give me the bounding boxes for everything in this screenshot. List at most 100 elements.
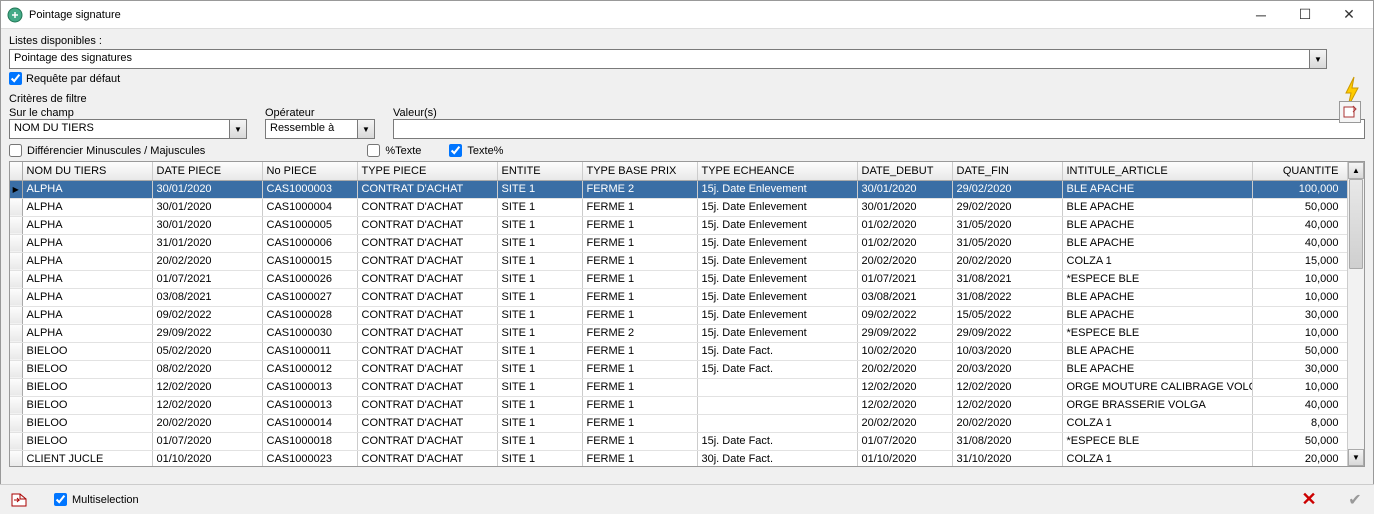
table-cell: CAS1000005 [262, 216, 357, 234]
minimize-button[interactable]: ─ [1239, 2, 1283, 28]
table-cell: CONTRAT D'ACHAT [357, 396, 497, 414]
table-row[interactable]: ALPHA31/01/2020CAS1000006CONTRAT D'ACHAT… [10, 234, 1347, 252]
table-row[interactable]: BIELOO12/02/2020CAS1000013CONTRAT D'ACHA… [10, 396, 1347, 414]
table-row[interactable]: BIELOO12/02/2020CAS1000013CONTRAT D'ACHA… [10, 378, 1347, 396]
requete-defaut-checkbox[interactable]: Requête par défaut [9, 72, 1365, 85]
scroll-up-button[interactable]: ▲ [1348, 162, 1364, 179]
pct-texte-checkbox[interactable]: %Texte [367, 144, 421, 157]
table-cell: 40,000 [1252, 396, 1347, 414]
table-cell: 31/08/2021 [952, 270, 1062, 288]
column-header[interactable]: INTITULE_ARTICLE [1062, 162, 1252, 180]
column-header[interactable]: DATE_FIN [952, 162, 1062, 180]
scroll-thumb[interactable] [1349, 179, 1363, 269]
data-grid[interactable]: NOM DU TIERSDATE PIECENo PIECETYPE PIECE… [9, 161, 1365, 467]
table-row[interactable]: BIELOO08/02/2020CAS1000012CONTRAT D'ACHA… [10, 360, 1347, 378]
scroll-down-button[interactable]: ▼ [1348, 449, 1364, 466]
requete-defaut-input[interactable] [9, 72, 22, 85]
operateur-combo[interactable]: Ressemble à ▼ [265, 119, 375, 139]
table-row[interactable]: BIELOO01/07/2020CAS1000018CONTRAT D'ACHA… [10, 432, 1347, 450]
pct-texte-label: %Texte [385, 145, 421, 157]
table-cell: SITE 1 [497, 216, 582, 234]
texte-pct-input[interactable] [449, 144, 462, 157]
table-cell: SITE 1 [497, 414, 582, 432]
table-cell: CONTRAT D'ACHAT [357, 378, 497, 396]
table-row[interactable]: ALPHA09/02/2022CAS1000028CONTRAT D'ACHAT… [10, 306, 1347, 324]
valeurs-input[interactable] [393, 119, 1365, 139]
table-cell: SITE 1 [497, 252, 582, 270]
footer-bar: Multiselection ✕ ✔ [0, 484, 1374, 514]
champ-combo[interactable]: NOM DU TIERS ▼ [9, 119, 247, 139]
table-cell: COLZA 1 [1062, 252, 1252, 270]
multiselection-input[interactable] [54, 493, 67, 506]
texte-pct-checkbox[interactable]: Texte% [449, 144, 503, 157]
multiselection-checkbox[interactable]: Multiselection [54, 493, 139, 506]
column-header[interactable]: TYPE ECHEANCE [697, 162, 857, 180]
column-header[interactable]: QUANTITE [1252, 162, 1347, 180]
chevron-down-icon[interactable]: ▼ [357, 120, 374, 138]
table-cell: 01/10/2020 [152, 450, 262, 466]
table-cell: BIELOO [22, 360, 152, 378]
table-cell: 30,000 [1252, 306, 1347, 324]
table-row[interactable]: BIELOO20/02/2020CAS1000014CONTRAT D'ACHA… [10, 414, 1347, 432]
chevron-down-icon[interactable]: ▼ [1309, 50, 1326, 68]
pct-texte-input[interactable] [367, 144, 380, 157]
table-cell: 15j. Date Enlevement [697, 324, 857, 342]
table-cell: ALPHA [22, 198, 152, 216]
column-header[interactable]: TYPE BASE PRIX [582, 162, 697, 180]
table-cell: 01/07/2021 [857, 270, 952, 288]
chevron-down-icon[interactable]: ▼ [229, 120, 246, 138]
maximize-button[interactable]: ☐ [1283, 2, 1327, 28]
table-cell: 01/07/2021 [152, 270, 262, 288]
column-header[interactable]: No PIECE [262, 162, 357, 180]
table-cell: 29/09/2022 [857, 324, 952, 342]
table-row[interactable]: CLIENT JUCLE01/10/2020CAS1000023CONTRAT … [10, 450, 1347, 466]
table-cell: 12/02/2020 [857, 378, 952, 396]
table-cell: 15j. Date Enlevement [697, 216, 857, 234]
column-header[interactable]: DATE PIECE [152, 162, 262, 180]
table-cell: SITE 1 [497, 450, 582, 466]
table-cell: CONTRAT D'ACHAT [357, 360, 497, 378]
table-cell: ALPHA [22, 252, 152, 270]
column-header[interactable]: NOM DU TIERS [22, 162, 152, 180]
table-cell: 12/02/2020 [952, 378, 1062, 396]
table-cell: 30/01/2020 [857, 180, 952, 198]
table-cell: 09/02/2022 [152, 306, 262, 324]
table-cell: 30j. Date Fact. [697, 450, 857, 466]
column-header[interactable]: ENTITE [497, 162, 582, 180]
table-cell: ALPHA [22, 324, 152, 342]
diff-case-input[interactable] [9, 144, 22, 157]
preset-button[interactable] [1339, 101, 1361, 123]
column-header[interactable]: TYPE PIECE [357, 162, 497, 180]
table-row[interactable]: ALPHA03/08/2021CAS1000027CONTRAT D'ACHAT… [10, 288, 1347, 306]
table-cell: 10,000 [1252, 288, 1347, 306]
table-cell: CONTRAT D'ACHAT [357, 270, 497, 288]
table-cell: BIELOO [22, 396, 152, 414]
table-cell: SITE 1 [497, 234, 582, 252]
table-row[interactable]: ALPHA30/01/2020CAS1000005CONTRAT D'ACHAT… [10, 216, 1347, 234]
cancel-button[interactable]: ✕ [1298, 489, 1320, 511]
column-header[interactable]: DATE_DEBUT [857, 162, 952, 180]
listes-combo[interactable]: Pointage des signatures ▼ [9, 49, 1327, 69]
table-row[interactable]: BIELOO05/02/2020CAS1000011CONTRAT D'ACHA… [10, 342, 1347, 360]
close-button[interactable]: ✕ [1327, 2, 1371, 28]
diff-case-checkbox[interactable]: Différencier Minuscules / Majuscules [9, 144, 205, 157]
table-cell: 30,000 [1252, 360, 1347, 378]
table-cell: BIELOO [22, 342, 152, 360]
table-cell: FERME 1 [582, 396, 697, 414]
vertical-scrollbar[interactable]: ▲ ▼ [1347, 162, 1364, 466]
table-cell: 30/01/2020 [152, 216, 262, 234]
table-cell: 15j. Date Fact. [697, 360, 857, 378]
table-row[interactable]: ALPHA29/09/2022CAS1000030CONTRAT D'ACHAT… [10, 324, 1347, 342]
table-row[interactable]: ALPHA01/07/2021CAS1000026CONTRAT D'ACHAT… [10, 270, 1347, 288]
export-button[interactable] [8, 489, 30, 511]
confirm-button[interactable]: ✔ [1344, 489, 1366, 511]
scroll-track[interactable] [1348, 179, 1364, 449]
table-row[interactable]: ALPHA20/02/2020CAS1000015CONTRAT D'ACHAT… [10, 252, 1347, 270]
table-cell: CAS1000013 [262, 396, 357, 414]
table-cell: CAS1000026 [262, 270, 357, 288]
table-cell: 31/08/2020 [952, 432, 1062, 450]
table-row[interactable]: ALPHA30/01/2020CAS1000004CONTRAT D'ACHAT… [10, 198, 1347, 216]
operateur-label: Opérateur [265, 107, 375, 119]
table-row[interactable]: ALPHA30/01/2020CAS1000003CONTRAT D'ACHAT… [10, 180, 1347, 198]
table-cell: 10/02/2020 [857, 342, 952, 360]
